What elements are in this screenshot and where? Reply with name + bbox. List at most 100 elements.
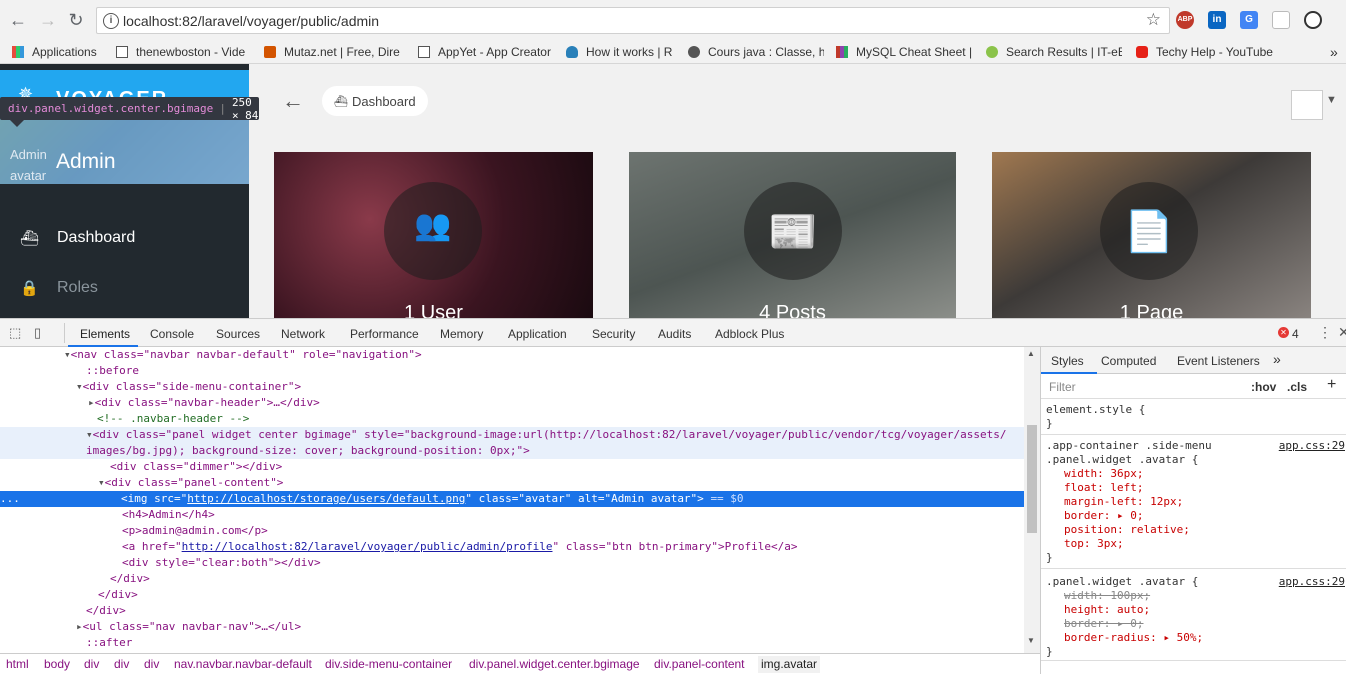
bookmark-item[interactable]: AppYet - App Creator <box>418 44 554 60</box>
element-style-rule[interactable]: element.style { } <box>1041 403 1346 435</box>
crumb-html[interactable]: html <box>6 657 29 671</box>
tree-node[interactable]: <h4>Admin</h4> <box>0 507 1024 523</box>
bookmark-item[interactable]: How it works | R <box>566 44 676 60</box>
extension-icon[interactable] <box>1272 11 1290 29</box>
tree-node[interactable]: ▾<div class="panel widget center bgimage… <box>0 427 1024 443</box>
bookmark-item[interactable]: Mutaz.net | Free, Dire <box>264 44 402 60</box>
hov-toggle[interactable]: :hov <box>1251 380 1276 394</box>
scroll-down-icon[interactable]: ▼ <box>1027 636 1035 645</box>
inspect-element-icon[interactable]: ⬚ <box>9 325 21 341</box>
chevron-down-icon[interactable]: ▼ <box>1326 94 1337 106</box>
tree-node[interactable]: ::before <box>0 363 1024 379</box>
tree-node[interactable]: <a href="http://localhost:82/laravel/voy… <box>0 539 1024 555</box>
address-bar[interactable]: i localhost:82/laravel/voyager/public/ad… <box>96 7 1170 34</box>
crumb-div[interactable]: div <box>144 657 159 671</box>
bookmark-item[interactable]: Cours java : Classe, hé <box>688 44 824 60</box>
close-icon[interactable]: ✕ <box>1338 324 1346 341</box>
tree-node[interactable]: <!-- .navbar-header --> <box>0 411 1024 427</box>
user-avatar-button[interactable] <box>1291 90 1323 120</box>
crumb-panel-content[interactable]: div.panel-content <box>654 657 745 671</box>
scroll-up-icon[interactable]: ▲ <box>1027 349 1035 358</box>
tree-node[interactable]: </div> <box>0 571 1024 587</box>
device-toolbar-icon[interactable]: ▯ <box>34 325 41 341</box>
tab-audits[interactable]: Audits <box>658 327 691 341</box>
tab-console[interactable]: Console <box>150 327 194 341</box>
crumb-side-menu[interactable]: div.side-menu-container <box>325 657 452 671</box>
bookmarks-more-button[interactable]: » <box>1330 44 1344 60</box>
tree-node-selected[interactable]: ... <img src="http://localhost/storage/us… <box>0 491 1024 507</box>
tree-node[interactable]: <div class="dimmer"></div> <box>0 459 1024 475</box>
crumb-div[interactable]: div <box>84 657 99 671</box>
crumb-body[interactable]: body <box>44 657 70 671</box>
error-count[interactable]: 4 <box>1292 327 1299 341</box>
crumb-div[interactable]: div <box>114 657 129 671</box>
avatar-rule[interactable]: app.css:29 .app-container .side-menu .pa… <box>1041 439 1346 569</box>
tab-styles[interactable]: Styles <box>1051 354 1084 368</box>
tree-node[interactable]: <p>admin@admin.com</p> <box>0 523 1024 539</box>
tab-performance[interactable]: Performance <box>350 327 419 341</box>
sidebar-item-dashboard[interactable]: ⛴ Dashboard <box>0 215 249 261</box>
crumb-panel[interactable]: div.panel.widget.center.bgimage <box>469 657 640 671</box>
adblock-plus-icon[interactable]: ABP <box>1176 11 1194 29</box>
styles-pane: Styles Computed Event Listeners » Filter… <box>1040 347 1346 674</box>
tree-node[interactable]: <div style="clear:both"></div> <box>0 555 1024 571</box>
linkedin-icon[interactable]: in <box>1208 11 1226 29</box>
address-url[interactable]: localhost:82/laravel/voyager/public/admi… <box>123 13 379 29</box>
tree-node[interactable]: ▸<div class="navbar-header">…</div> <box>0 395 1024 411</box>
tab-sources[interactable]: Sources <box>216 327 260 341</box>
sidebar-item-roles[interactable]: 🔒 Roles <box>0 265 249 311</box>
avatar: Admin avatar <box>10 147 47 183</box>
tab-network[interactable]: Network <box>281 327 325 341</box>
avatar-rule-overridden[interactable]: app.css:29 .panel.widget .avatar { width… <box>1041 575 1346 661</box>
tab-security[interactable]: Security <box>592 327 635 341</box>
bookmark-item[interactable]: thenewboston - Vide <box>116 44 252 60</box>
dom-scrollbar-thumb[interactable] <box>1027 425 1037 533</box>
users-card[interactable]: 👥 1 User <box>274 152 593 318</box>
forward-icon[interactable]: → <box>36 8 60 32</box>
info-icon[interactable]: i <box>103 13 119 29</box>
bookmark-item[interactable]: Techy Help - YouTube <box>1136 44 1276 60</box>
bookmark-item[interactable]: MySQL Cheat Sheet | <box>836 44 974 60</box>
tab-memory[interactable]: Memory <box>440 327 483 341</box>
back-icon[interactable]: ← <box>6 8 30 32</box>
error-icon[interactable]: ✕ <box>1278 327 1289 338</box>
tree-node[interactable]: ▾<div class="side-menu-container"> <box>0 379 1024 395</box>
rule-source-link[interactable]: app.css:29 <box>1279 575 1345 589</box>
bookmark-item[interactable]: Search Results | IT-eB <box>986 44 1122 60</box>
translate-icon[interactable]: G <box>1240 11 1258 29</box>
crumb-img-avatar[interactable]: img.avatar <box>758 656 821 673</box>
tree-node[interactable]: ▾<div class="panel-content"> <box>0 475 1024 491</box>
site-icon <box>986 46 998 58</box>
tree-node[interactable]: images/bg.jpg); background-size: cover; … <box>0 443 1024 459</box>
styles-tabbar: Styles Computed Event Listeners » <box>1041 347 1346 374</box>
reload-icon[interactable]: ↻ <box>64 8 88 32</box>
inspect-tooltip: div.panel.widget.center.bgimage | 250 × … <box>0 96 259 122</box>
tab-adblock-plus[interactable]: Adblock Plus <box>715 327 784 341</box>
tab-computed[interactable]: Computed <box>1101 354 1156 368</box>
extension-circle-icon[interactable] <box>1304 11 1322 29</box>
pages-card[interactable]: 📄 1 Page <box>992 152 1311 318</box>
tab-application[interactable]: Application <box>508 327 567 341</box>
breadcrumb[interactable]: ⛴ Dashboard <box>322 86 428 116</box>
tab-event-listeners[interactable]: Event Listeners <box>1177 354 1260 368</box>
rule-source-link[interactable]: app.css:29 <box>1279 439 1345 453</box>
cls-toggle[interactable]: .cls <box>1287 380 1307 394</box>
tab-more[interactable]: » <box>1273 351 1281 367</box>
filter-input[interactable]: Filter <box>1049 380 1076 394</box>
boat-icon: ⛴ <box>334 95 348 108</box>
new-rule-button[interactable]: + <box>1327 376 1336 394</box>
bookmark-item[interactable]: Applications <box>12 44 110 60</box>
tree-node[interactable]: ::after <box>0 635 1024 651</box>
tree-node[interactable]: </div> <box>0 587 1024 603</box>
posts-count: 4 Posts <box>759 302 826 318</box>
tab-elements[interactable]: Elements <box>80 327 130 341</box>
tree-node[interactable]: </div> <box>0 603 1024 619</box>
bookmark-star-icon[interactable]: ☆ <box>1146 10 1161 30</box>
crumb-nav[interactable]: nav.navbar.navbar-default <box>174 657 312 671</box>
elements-tree[interactable]: ▾<nav class="navbar navbar-default" role… <box>0 347 1024 653</box>
tree-node[interactable]: ▸<ul class="nav navbar-nav">…</ul> <box>0 619 1024 635</box>
tree-node[interactable]: ▾<nav class="navbar navbar-default" role… <box>0 347 1024 363</box>
posts-card[interactable]: 📰 4 Posts <box>629 152 956 318</box>
more-options-icon[interactable]: ⋮ <box>1318 324 1332 341</box>
back-arrow-icon[interactable]: ← <box>282 88 304 114</box>
